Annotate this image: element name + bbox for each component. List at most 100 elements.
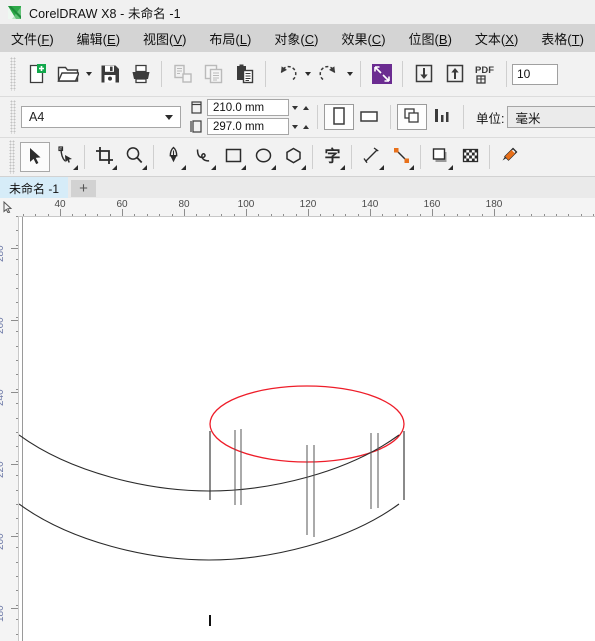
toolbar-separator-2 <box>265 61 266 87</box>
landscape-orientation-button[interactable] <box>354 104 384 130</box>
page-height-row: 297.0 mm <box>189 118 311 135</box>
all-pages-button[interactable] <box>397 104 427 130</box>
zoom-level-input[interactable]: 10 <box>512 63 558 85</box>
ellipse-tool[interactable] <box>248 142 278 172</box>
page-height-input[interactable]: 297.0 mm <box>207 118 289 135</box>
menu-effects-label: 效果 <box>341 31 368 47</box>
flyout-arrow-icon[interactable] <box>112 165 117 170</box>
open-document-button[interactable] <box>52 57 83 91</box>
flyout-arrow-icon[interactable] <box>448 165 453 170</box>
ruler-tick-major <box>11 464 18 465</box>
publish-pdf-button[interactable]: PDF <box>470 57 501 91</box>
ruler-tick-major <box>122 209 123 216</box>
pen-tool[interactable] <box>158 142 188 172</box>
menu-file[interactable]: 文件(F) <box>10 27 55 50</box>
freehand-tool[interactable] <box>188 142 218 172</box>
vertical-ruler[interactable]: 280 260 240 220 200 180 <box>0 216 19 641</box>
units-value: 毫米 <box>515 111 541 126</box>
menu-layout[interactable]: 布局(L) <box>208 27 252 50</box>
menu-edit[interactable]: 编辑(E) <box>76 27 121 50</box>
flyout-arrow-icon[interactable] <box>409 165 414 170</box>
menu-table-label: 表格 <box>541 31 568 47</box>
propertybar-gripper[interactable] <box>10 100 16 134</box>
flyout-arrow-icon[interactable] <box>340 165 345 170</box>
flyout-arrow-icon[interactable] <box>142 165 147 170</box>
flyout-arrow-icon[interactable] <box>181 165 186 170</box>
paste-button[interactable] <box>229 57 260 91</box>
text-character-icon: 字 <box>323 146 342 168</box>
print-button[interactable] <box>125 57 156 91</box>
color-eyedropper-tool[interactable] <box>494 142 524 172</box>
shadow-tool[interactable] <box>425 142 455 172</box>
toolbox-gripper[interactable] <box>9 140 15 174</box>
connector-line-icon <box>392 146 411 168</box>
portrait-orientation-button[interactable] <box>324 104 354 130</box>
zoom-tool[interactable] <box>119 142 149 172</box>
scissors-cut-icon <box>172 63 194 85</box>
import-button[interactable] <box>408 57 439 91</box>
curve-squiggle-icon <box>194 146 213 168</box>
page-width-input[interactable]: 210.0 mm <box>207 99 289 116</box>
shape-tool[interactable] <box>50 142 80 172</box>
open-document-dropdown[interactable] <box>83 57 94 91</box>
drawing-canvas[interactable] <box>19 217 595 641</box>
toolbox-separator-4 <box>351 145 352 169</box>
flyout-arrow-icon[interactable] <box>379 165 384 170</box>
eyedropper-icon <box>500 146 519 168</box>
document-tab[interactable]: 未命名 -1 <box>0 177 69 199</box>
export-button[interactable] <box>439 57 470 91</box>
flyout-arrow-icon[interactable] <box>211 165 216 170</box>
ruler-origin-button[interactable] <box>0 198 19 217</box>
redo-button[interactable] <box>313 57 344 91</box>
menu-bitmap[interactable]: 位图(B) <box>408 27 453 50</box>
flyout-arrow-icon[interactable] <box>271 165 276 170</box>
toolbox: 字 <box>0 138 595 177</box>
crop-tool[interactable] <box>89 142 119 172</box>
flyout-arrow-icon[interactable] <box>73 165 78 170</box>
dimension-tool[interactable] <box>356 142 386 172</box>
save-button[interactable] <box>94 57 125 91</box>
page-size-dropdown[interactable]: A4 <box>21 106 181 128</box>
polygon-icon <box>284 146 303 168</box>
page-width-spinner[interactable] <box>289 99 311 116</box>
menu-text[interactable]: 文本(X) <box>474 27 519 50</box>
redo-dropdown[interactable] <box>344 57 355 91</box>
units-dropdown[interactable]: 毫米 <box>507 106 595 128</box>
connector-tool[interactable] <box>386 142 416 172</box>
page-height-value: 297.0 mm <box>213 120 265 133</box>
add-page-button[interactable]: + <box>71 180 97 197</box>
horizontal-ruler[interactable]: 40 60 80 100 120 140 160 180 <box>18 198 595 217</box>
transparency-tool[interactable] <box>455 142 485 172</box>
cut-button[interactable] <box>167 57 198 91</box>
menu-view-accel: V <box>173 31 183 47</box>
undo-dropdown[interactable] <box>302 57 313 91</box>
menu-edit-label: 编辑 <box>76 31 103 47</box>
menu-effects[interactable]: 效果(C) <box>340 27 386 50</box>
landscape-orientation-icon <box>359 106 379 129</box>
copy-button[interactable] <box>198 57 229 91</box>
new-document-button[interactable] <box>21 57 52 91</box>
ruler-tick-minor <box>23 214 24 216</box>
current-page-only-icon <box>432 106 452 129</box>
menu-object[interactable]: 对象(C) <box>273 27 319 50</box>
pick-tool[interactable] <box>20 142 50 172</box>
ruler-tick-minor <box>531 214 532 216</box>
cylinder-artwork[interactable] <box>19 217 595 641</box>
rectangle-tool[interactable] <box>218 142 248 172</box>
text-tool[interactable]: 字 <box>317 142 347 172</box>
search-content-button[interactable] <box>366 57 397 91</box>
pdf-icon: PDF <box>474 63 498 85</box>
polygon-tool[interactable] <box>278 142 308 172</box>
toolbar-gripper[interactable] <box>10 57 16 91</box>
current-page-only-button[interactable] <box>427 104 457 130</box>
flyout-arrow-icon[interactable] <box>301 165 306 170</box>
undo-button[interactable] <box>271 57 302 91</box>
ruler-tick-minor <box>544 214 545 216</box>
menu-table[interactable]: 表格(T) <box>540 27 585 50</box>
menu-text-label: 文本 <box>474 31 501 47</box>
menu-view[interactable]: 视图(V) <box>142 27 187 50</box>
flyout-arrow-icon[interactable] <box>241 165 246 170</box>
ruler-tick-minor <box>432 214 433 216</box>
menu-layout-accel: L <box>239 31 247 47</box>
page-height-spinner[interactable] <box>289 118 311 135</box>
